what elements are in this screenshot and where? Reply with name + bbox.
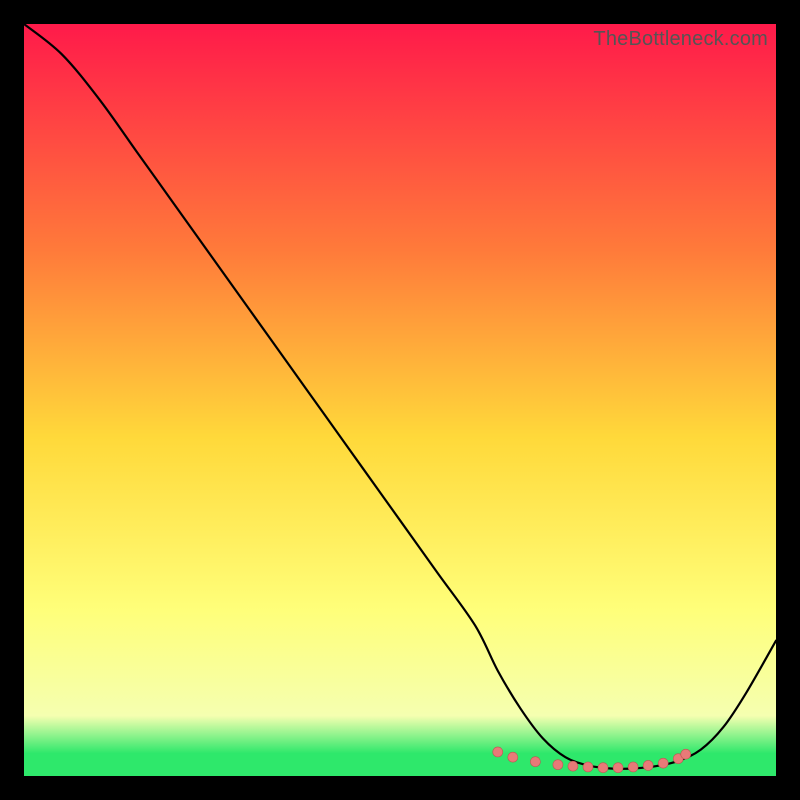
marker-dot (598, 763, 608, 773)
marker-dot (553, 760, 563, 770)
marker-dot (643, 760, 653, 770)
marker-dot (508, 752, 518, 762)
marker-dot (493, 747, 503, 757)
chart-svg (24, 24, 776, 776)
plot-area: TheBottleneck.com (24, 24, 776, 776)
chart-frame: TheBottleneck.com (0, 0, 800, 800)
marker-dot (658, 758, 668, 768)
marker-dot (628, 762, 638, 772)
marker-dot (613, 763, 623, 773)
marker-dot (530, 757, 540, 767)
gradient-background (24, 24, 776, 776)
marker-dot (583, 762, 593, 772)
marker-dot (681, 749, 691, 759)
marker-dot (568, 761, 578, 771)
watermark-text: TheBottleneck.com (593, 28, 768, 51)
